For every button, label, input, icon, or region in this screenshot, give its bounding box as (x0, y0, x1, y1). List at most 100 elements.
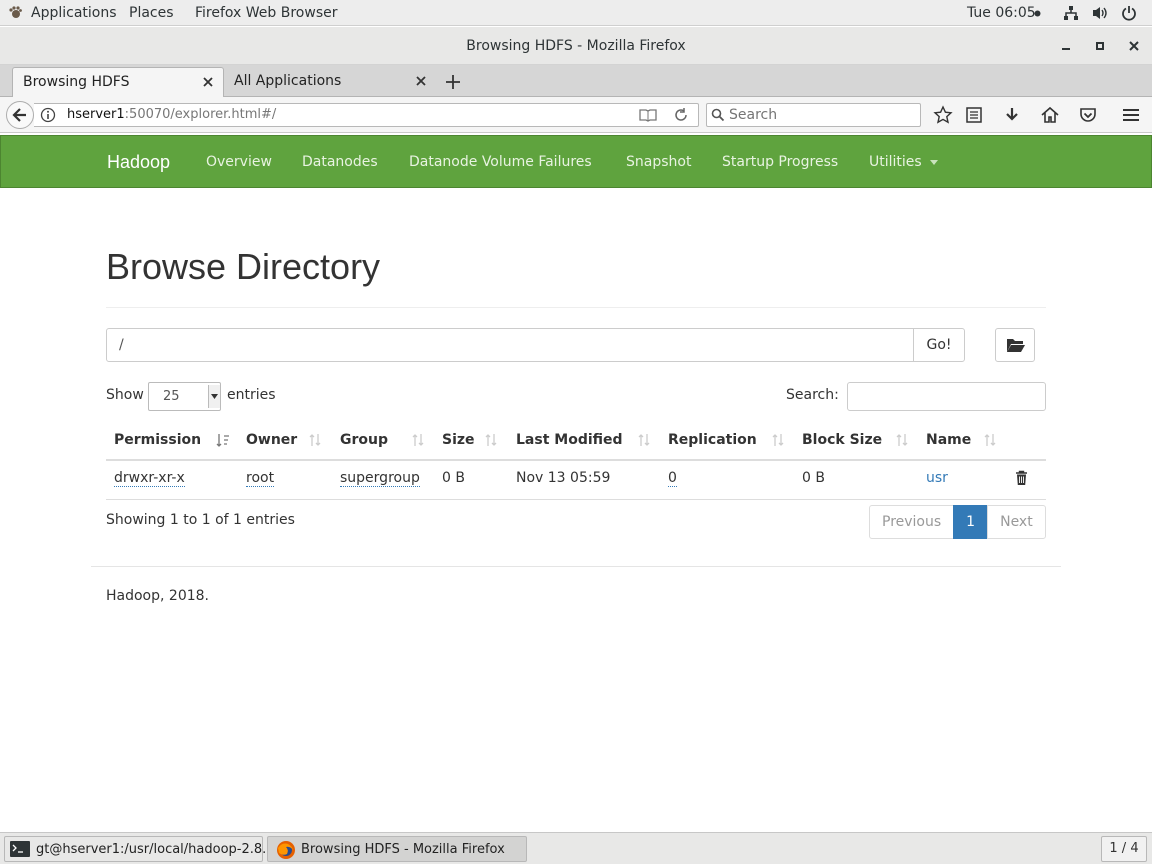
window-title: Browsing HDFS - Mozilla Firefox (466, 38, 686, 54)
hadoop-brand[interactable]: Hadoop (107, 152, 170, 173)
col-last-modified[interactable]: Last Modified (516, 432, 623, 448)
notification-dot-icon (1034, 10, 1041, 17)
chevron-down-icon (211, 394, 218, 399)
col-owner[interactable]: Owner (246, 432, 297, 448)
applications-menu[interactable]: Applications (31, 5, 117, 21)
table-row-divider (106, 499, 1046, 500)
reload-icon[interactable] (673, 107, 689, 123)
sort-icon[interactable] (484, 432, 498, 448)
back-button[interactable] (6, 101, 34, 129)
volume-icon[interactable] (1092, 5, 1108, 21)
info-icon[interactable] (40, 107, 56, 123)
previous-page-button[interactable]: Previous (869, 505, 955, 539)
power-icon[interactable] (1121, 5, 1137, 21)
nav-startup-progress[interactable]: Startup Progress (722, 154, 838, 170)
next-page-button[interactable]: Next (987, 505, 1046, 539)
menu-hamburger-icon[interactable] (1121, 105, 1141, 125)
cell-group[interactable]: supergroup (340, 470, 420, 487)
firefox-icon (276, 840, 296, 860)
clock[interactable]: Tue 06:05 (967, 5, 1036, 21)
col-name[interactable]: Name (926, 432, 971, 448)
hadoop-navbar: Hadoop Overview Datanodes Datanode Volum… (0, 135, 1152, 188)
nav-utilities[interactable]: Utilities (869, 154, 939, 170)
gnome-top-bar: Applications Places Firefox Web Browser … (0, 0, 1152, 26)
downloads-icon[interactable] (1002, 105, 1022, 125)
cell-size: 0 B (442, 470, 465, 486)
col-permission[interactable]: Permission (114, 432, 201, 448)
window-titlebar: Browsing HDFS - Mozilla Firefox (0, 27, 1152, 65)
table-info: Showing 1 to 1 of 1 entries (106, 512, 295, 528)
show-label: Show (106, 387, 144, 403)
cell-replication[interactable]: 0 (668, 470, 677, 487)
minimize-button[interactable] (1056, 36, 1076, 56)
col-group[interactable]: Group (340, 432, 388, 448)
nav-utilities-label: Utilities (869, 154, 922, 170)
cell-block-size: 0 B (802, 470, 825, 486)
app-menu[interactable]: Firefox Web Browser (195, 5, 338, 21)
sort-icon[interactable] (983, 432, 997, 448)
divider (106, 307, 1046, 308)
search-label: Search: (786, 387, 839, 403)
folder-open-icon (1006, 337, 1026, 353)
directory-path-input[interactable] (106, 328, 914, 362)
nav-datanode-volume-failures[interactable]: Datanode Volume Failures (409, 154, 592, 170)
table-search-input[interactable] (847, 382, 1046, 411)
tab-label: Browsing HDFS (23, 74, 130, 90)
task-firefox[interactable]: Browsing HDFS - Mozilla Firefox (267, 836, 527, 862)
web-search-input[interactable] (729, 106, 914, 124)
footer-divider (91, 566, 1061, 567)
tab-all-applications[interactable]: All Applications (224, 67, 436, 97)
network-icon[interactable] (1063, 5, 1079, 21)
reader-view-icon[interactable] (639, 108, 657, 122)
trash-icon[interactable] (1015, 470, 1028, 486)
cell-name-link[interactable]: usr (926, 470, 948, 486)
entries-label: entries (227, 387, 276, 403)
sort-asc-icon[interactable] (216, 432, 230, 448)
tab-bar: Browsing HDFS All Applications (0, 65, 1152, 97)
tab-label: All Applications (234, 73, 342, 89)
task-terminal-label: gt@hserver1:/usr/local/hadoop-2.8.5 (36, 842, 275, 857)
col-block-size[interactable]: Block Size (802, 432, 882, 448)
page-1-button[interactable]: 1 (953, 505, 989, 539)
bookmark-star-icon[interactable] (933, 105, 953, 125)
maximize-button[interactable] (1090, 36, 1110, 56)
web-search-bar[interactable] (706, 103, 921, 127)
nav-snapshot[interactable]: Snapshot (626, 154, 691, 170)
home-icon[interactable] (1040, 105, 1060, 125)
col-replication[interactable]: Replication (668, 432, 757, 448)
new-tab-button[interactable] (442, 71, 464, 93)
col-size[interactable]: Size (442, 432, 475, 448)
search-icon (711, 108, 725, 122)
sort-icon[interactable] (895, 432, 909, 448)
navigation-toolbar: hserver1:50070/explorer.html#/ (0, 97, 1152, 133)
nav-overview[interactable]: Overview (206, 154, 272, 170)
cell-last-modified: Nov 13 05:59 (516, 470, 611, 486)
footer-text: Hadoop, 2018. (106, 588, 209, 604)
sort-icon[interactable] (771, 432, 785, 448)
entries-per-page-select[interactable]: 25 (148, 382, 221, 411)
pagination: Previous 1 Next (869, 505, 1046, 539)
tab-close-icon[interactable] (201, 75, 215, 89)
bookmarks-library-icon[interactable] (964, 105, 984, 125)
select-arrow (208, 385, 220, 408)
url-bar[interactable]: hserver1:50070/explorer.html#/ (34, 103, 699, 127)
gnome-foot-icon (8, 6, 22, 20)
sort-icon[interactable] (308, 432, 322, 448)
tab-browsing-hdfs[interactable]: Browsing HDFS (12, 67, 224, 97)
nav-datanodes[interactable]: Datanodes (302, 154, 378, 170)
pocket-icon[interactable] (1078, 105, 1098, 125)
task-terminal[interactable]: gt@hserver1:/usr/local/hadoop-2.8.5 (4, 836, 275, 862)
places-menu[interactable]: Places (129, 5, 174, 21)
caret-down-icon (930, 159, 939, 165)
sort-icon[interactable] (411, 432, 425, 448)
tab-close-icon[interactable] (414, 74, 428, 88)
close-window-button[interactable] (1124, 36, 1144, 56)
cell-owner[interactable]: root (246, 470, 275, 487)
entries-value: 25 (163, 389, 180, 404)
workspace-switcher[interactable]: 1 / 4 (1101, 836, 1147, 862)
create-directory-button[interactable] (995, 328, 1035, 362)
url-text[interactable]: hserver1:50070/explorer.html#/ (67, 107, 276, 122)
sort-icon[interactable] (637, 432, 651, 448)
cell-permission[interactable]: drwxr-xr-x (114, 470, 185, 487)
go-button[interactable]: Go! (913, 328, 965, 362)
